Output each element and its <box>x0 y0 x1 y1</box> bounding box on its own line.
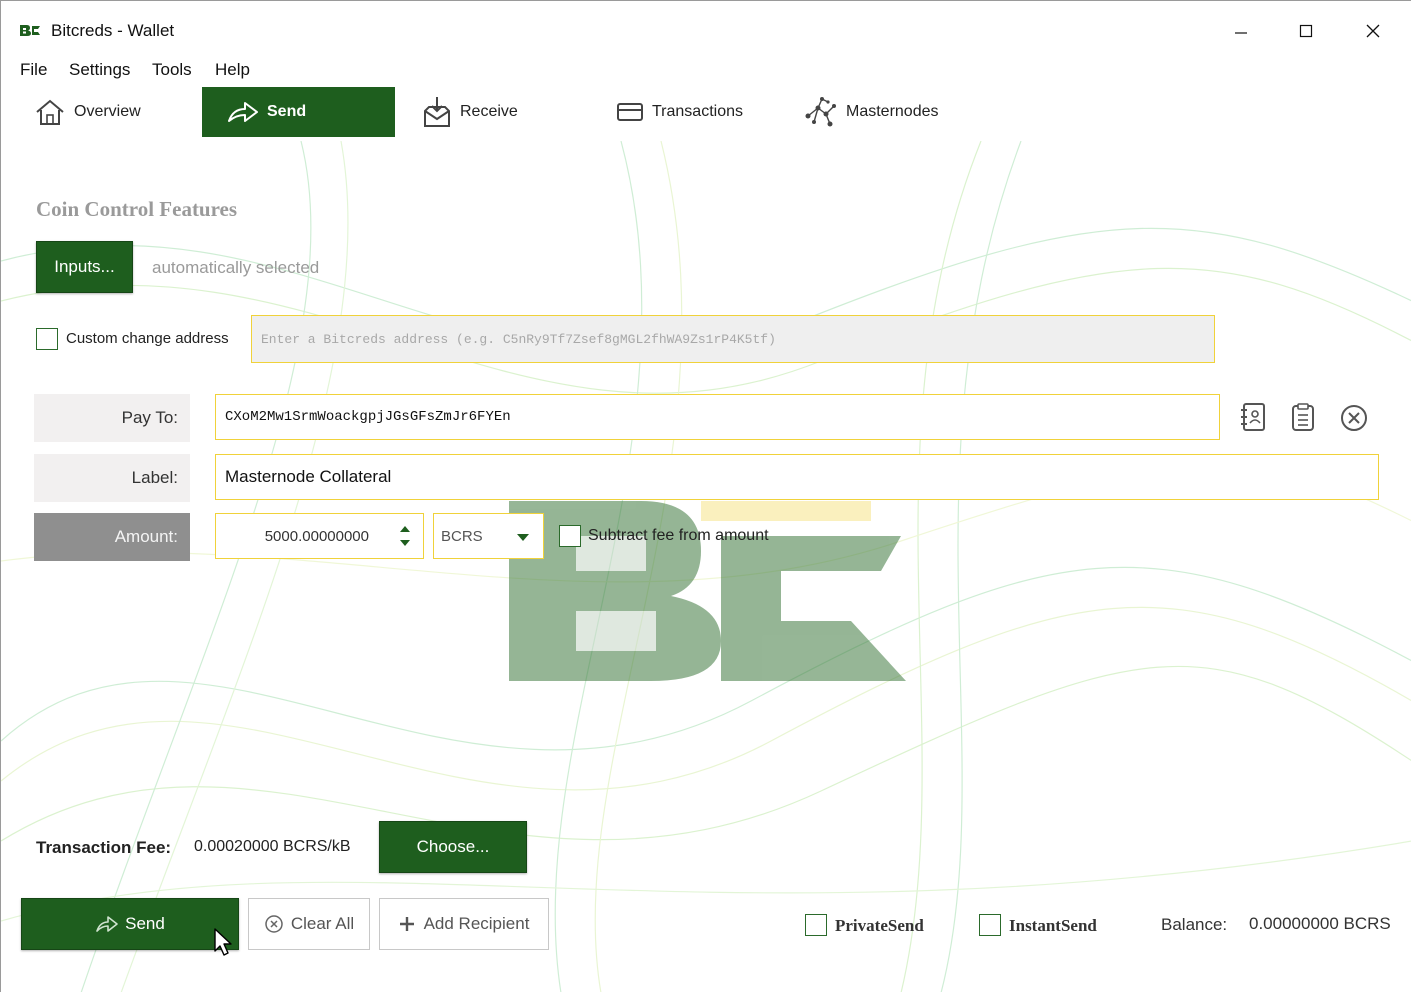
choose-fee-button[interactable]: Choose... <box>379 821 527 873</box>
pay-to-input[interactable]: CXoM2Mw1SrmWoackgpjJGsGFsZmJr6FYEn <box>215 394 1220 440</box>
wallet-window: Bitcreds - Wallet File Settings Tools He… <box>0 0 1411 992</box>
send-arrow-icon <box>96 916 118 932</box>
menu-bar: File Settings Tools Help <box>1 57 601 85</box>
receive-inbox-icon <box>424 97 450 127</box>
spin-up-icon[interactable] <box>399 525 411 533</box>
bitcreds-logo-icon <box>20 25 40 36</box>
menu-help[interactable]: Help <box>215 60 250 80</box>
maximize-icon <box>1299 24 1313 38</box>
clear-all-button[interactable]: Clear All <box>248 898 370 950</box>
inputs-status-text: automatically selected <box>152 258 320 277</box>
inputs-button[interactable]: Inputs... <box>36 241 133 293</box>
pay-to-label: Pay To: <box>34 394 190 442</box>
address-book-button[interactable] <box>1237 401 1269 433</box>
custom-change-label: Custom change address <box>66 330 229 347</box>
paste-button[interactable] <box>1287 401 1319 433</box>
minimize-icon <box>1235 32 1247 34</box>
close-window-button[interactable] <box>1350 11 1396 51</box>
remove-recipient-button[interactable] <box>1338 402 1370 434</box>
circle-x-icon <box>1341 405 1367 431</box>
menu-tools[interactable]: Tools <box>152 60 192 80</box>
tab-send[interactable]: Send <box>202 87 395 137</box>
home-icon <box>36 99 64 125</box>
instant-send-checkbox[interactable] <box>979 914 1001 936</box>
plus-icon <box>399 917 414 931</box>
clipboard-icon <box>1292 403 1314 431</box>
unit-select[interactable]: BCRS <box>433 513 544 559</box>
private-send-checkbox[interactable] <box>805 914 827 936</box>
change-address-input[interactable]: Enter a Bitcreds address (e.g. C5nRy9Tf7… <box>251 315 1215 363</box>
title-bar: Bitcreds - Wallet <box>1 1 1411 49</box>
minimize-button[interactable] <box>1218 11 1264 51</box>
unit-select-value: BCRS <box>441 527 483 545</box>
maximize-button[interactable] <box>1283 11 1329 51</box>
coin-control-title: Coin Control Features <box>36 197 238 221</box>
spin-down-icon[interactable] <box>399 539 411 547</box>
instant-send-label: InstantSend <box>1009 916 1097 935</box>
balance-value: 0.00000000 BCRS <box>1249 914 1391 933</box>
menu-settings[interactable]: Settings <box>69 60 130 80</box>
subtract-fee-label: Subtract fee from amount <box>588 527 769 544</box>
tab-masternodes[interactable]: Masternodes <box>804 87 994 137</box>
transaction-fee-label: Transaction Fee: <box>36 838 172 857</box>
tab-transactions-label: Transactions <box>652 103 743 120</box>
amount-input[interactable]: 5000.00000000 <box>215 513 424 559</box>
subtract-fee-checkbox[interactable] <box>559 525 581 547</box>
send-page: Coin Control Features Inputs... automati… <box>1 141 1411 992</box>
amount-label: Amount: <box>34 513 190 561</box>
send-arrow-icon <box>228 102 258 122</box>
chevron-down-icon <box>517 534 529 541</box>
balance-label: Balance: <box>1161 915 1228 934</box>
label-label: Label: <box>34 454 190 502</box>
tab-overview-label: Overview <box>74 103 141 120</box>
clear-all-label: Clear All <box>290 914 355 933</box>
send-button[interactable]: Send <box>21 898 239 950</box>
tab-send-label: Send <box>267 103 307 120</box>
circle-x-icon <box>265 915 283 933</box>
window-title: Bitcreds - Wallet <box>51 21 175 40</box>
amount-spinner[interactable] <box>395 513 415 559</box>
tab-receive[interactable]: Receive <box>422 87 592 137</box>
network-icon <box>805 97 836 127</box>
menu-file[interactable]: File <box>20 60 47 80</box>
tab-receive-label: Receive <box>460 103 518 120</box>
label-input[interactable]: Masternode Collateral <box>215 454 1379 500</box>
address-book-icon <box>1241 403 1265 431</box>
add-recipient-button[interactable]: Add Recipient <box>379 898 549 950</box>
tab-overview[interactable]: Overview <box>34 87 194 137</box>
tab-transactions[interactable]: Transactions <box>616 87 786 137</box>
transaction-fee-value: 0.00020000 BCRS/kB <box>194 838 351 855</box>
private-send-label: PrivateSend <box>835 916 924 935</box>
card-icon <box>617 103 643 121</box>
send-button-label: Send <box>125 914 165 933</box>
close-icon <box>1366 24 1380 38</box>
tab-masternodes-label: Masternodes <box>846 103 939 120</box>
tab-bar: Overview Send Receive Transactions Maste… <box>1 87 1411 139</box>
custom-change-checkbox[interactable] <box>36 328 58 350</box>
mouse-cursor-icon <box>214 928 232 956</box>
add-recipient-label: Add Recipient <box>423 914 530 933</box>
